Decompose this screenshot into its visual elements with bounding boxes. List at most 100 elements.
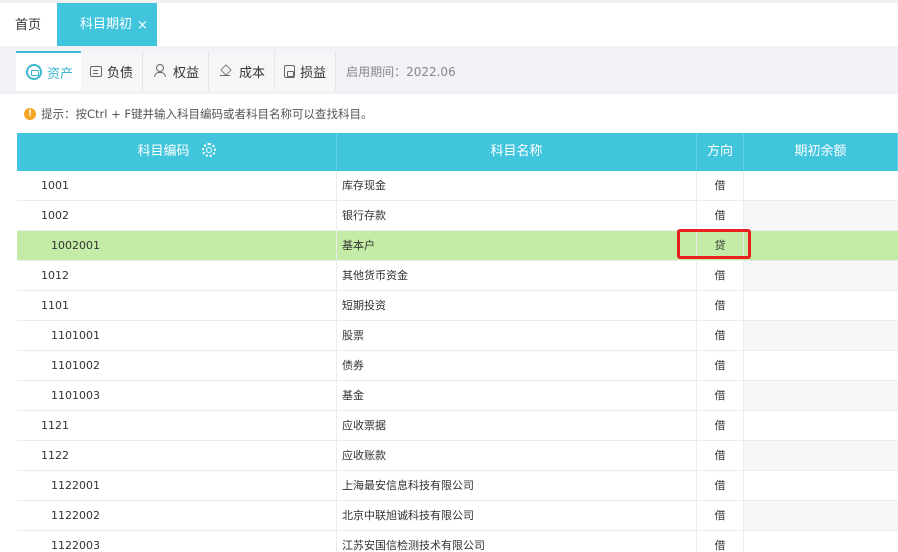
cell-name: 短期投资: [337, 291, 697, 320]
cell-code: 1101003: [17, 381, 337, 410]
cell-name: 应收票据: [337, 411, 697, 440]
table-header: 科目编码 科目名称 方向 期初余额: [17, 133, 898, 171]
cell-balance[interactable]: [744, 231, 898, 260]
cell-direction[interactable]: 借: [697, 531, 744, 552]
cell-name: 债券: [337, 351, 697, 380]
table-row[interactable]: 1001 库存现金借: [17, 171, 898, 201]
cell-direction[interactable]: 借: [697, 321, 744, 350]
cell-direction[interactable]: 借: [697, 381, 744, 410]
table-row[interactable]: 1012 其他货币资金借: [17, 261, 898, 291]
asset-icon: [26, 64, 42, 80]
period-text: 启用期间：2022.06: [346, 64, 456, 79]
tab-subject-opening-label: 科目期初: [80, 17, 133, 32]
cell-balance[interactable]: [744, 171, 898, 200]
cell-balance[interactable]: [744, 381, 898, 410]
profit-loss-icon: [284, 64, 296, 78]
cell-direction[interactable]: 借: [697, 501, 744, 530]
table-row[interactable]: 1002001 基本户贷: [17, 229, 898, 261]
cell-code: 1122002: [17, 501, 337, 530]
cell-code: 1122003: [17, 531, 337, 552]
table-row[interactable]: 1101001 股票借: [17, 321, 898, 351]
tab-liability-label: 负债: [107, 65, 134, 81]
cell-code: 1002001: [17, 231, 337, 260]
cell-name: 银行存款: [337, 201, 697, 230]
cell-direction[interactable]: 借: [697, 261, 744, 290]
cell-direction[interactable]: 借: [697, 291, 744, 320]
equity-icon: [152, 63, 168, 79]
cell-balance[interactable]: [744, 291, 898, 320]
table-body: 1001 库存现金借 1002 银行存款借 1002001 基本户贷 1012 其他货币资金借…: [17, 171, 898, 552]
table-row[interactable]: 1122001 上海最安信息科技有限公司借: [17, 471, 898, 501]
col-header-code-label: 科目编码: [137, 144, 190, 159]
hint-text: 提示：按Ctrl + F键并输入科目编码或者科目名称可以查找科目。: [41, 107, 373, 121]
top-tab-bar: 首页 科目期初 ×: [0, 0, 898, 46]
liability-icon: [90, 65, 103, 77]
category-tabs: 资产 负债 权益 成本 损益 启用期间：2022.06: [16, 51, 456, 91]
cell-code: 1101: [17, 291, 337, 320]
cell-code: 1101002: [17, 351, 337, 380]
hint-bar: ! 提示：按Ctrl + F键并输入科目编码或者科目名称可以查找科目。: [24, 106, 373, 122]
table-row[interactable]: 1101002 债券借: [17, 351, 898, 381]
tab-cost-label: 成本: [239, 65, 266, 81]
tab-asset[interactable]: 资产: [16, 51, 82, 91]
cell-name: 股票: [337, 321, 697, 350]
cell-code: 1012: [17, 261, 337, 290]
tab-home[interactable]: 首页: [0, 6, 56, 46]
tab-profit-loss-label: 损益: [300, 65, 327, 81]
cell-direction[interactable]: 借: [697, 441, 744, 470]
col-header-code: 科目编码: [17, 133, 337, 171]
tab-profit-loss[interactable]: 损益: [275, 51, 337, 91]
table-row[interactable]: 1122002 北京中联旭诚科技有限公司借: [17, 501, 898, 531]
cell-code: 1121: [17, 411, 337, 440]
gear-icon[interactable]: [201, 142, 216, 157]
cell-direction[interactable]: 借: [697, 471, 744, 500]
cell-name: 库存现金: [337, 171, 697, 200]
cell-balance[interactable]: [744, 201, 898, 230]
cell-name: 其他货币资金: [337, 261, 697, 290]
tab-cost[interactable]: 成本: [209, 51, 276, 91]
col-header-direction: 方向: [697, 133, 744, 171]
table-row[interactable]: 1002 银行存款借: [17, 201, 898, 231]
cell-name: 上海最安信息科技有限公司: [337, 471, 697, 500]
cell-direction[interactable]: 借: [697, 351, 744, 380]
table-row[interactable]: 1101 短期投资借: [17, 291, 898, 321]
cell-code: 1101001: [17, 321, 337, 350]
subject-table: 科目编码 科目名称 方向 期初余额 1001 库存现金借 1002 银行存款借 1002…: [17, 133, 898, 552]
col-header-name: 科目名称: [337, 133, 697, 171]
highlight-box: [677, 229, 751, 259]
cell-name: 基金: [337, 381, 697, 410]
cell-name: 北京中联旭诚科技有限公司: [337, 501, 697, 530]
table-row[interactable]: 1121 应收票据借: [17, 411, 898, 441]
cell-balance[interactable]: [744, 531, 898, 552]
cell-balance[interactable]: [744, 261, 898, 290]
cell-direction[interactable]: 借: [697, 411, 744, 440]
table-row[interactable]: 1122 应收账款借: [17, 441, 898, 471]
cell-balance[interactable]: [744, 411, 898, 440]
table-row[interactable]: 1122003 江苏安国信检测技术有限公司借: [17, 531, 898, 552]
tab-subject-opening[interactable]: 科目期初 ×: [57, 3, 157, 46]
cell-balance[interactable]: [744, 471, 898, 500]
cell-code: 1002: [17, 201, 337, 230]
cell-direction[interactable]: 借: [697, 171, 744, 200]
cell-name: 应收账款: [337, 441, 697, 470]
cell-code: 1001: [17, 171, 337, 200]
col-header-balance: 期初余额: [744, 133, 898, 171]
cell-balance[interactable]: [744, 351, 898, 380]
cell-balance[interactable]: [744, 321, 898, 350]
tab-liability[interactable]: 负债: [81, 51, 144, 91]
cell-code: 1122: [17, 441, 337, 470]
cell-direction[interactable]: 借: [697, 201, 744, 230]
cell-code: 1122001: [17, 471, 337, 500]
cell-balance[interactable]: [744, 441, 898, 470]
cell-balance[interactable]: [744, 501, 898, 530]
cell-direction[interactable]: 贷: [677, 229, 751, 260]
cell-name: 江苏安国信检测技术有限公司: [337, 531, 697, 552]
tab-equity[interactable]: 权益: [143, 51, 210, 91]
cell-name: 基本户: [337, 231, 697, 260]
tab-equity-label: 权益: [173, 65, 200, 81]
cost-icon: [218, 63, 234, 79]
warning-icon: !: [24, 108, 36, 120]
tab-asset-label: 资产: [47, 66, 74, 82]
close-icon[interactable]: ×: [137, 4, 148, 48]
table-row[interactable]: 1101003 基金借: [17, 381, 898, 411]
